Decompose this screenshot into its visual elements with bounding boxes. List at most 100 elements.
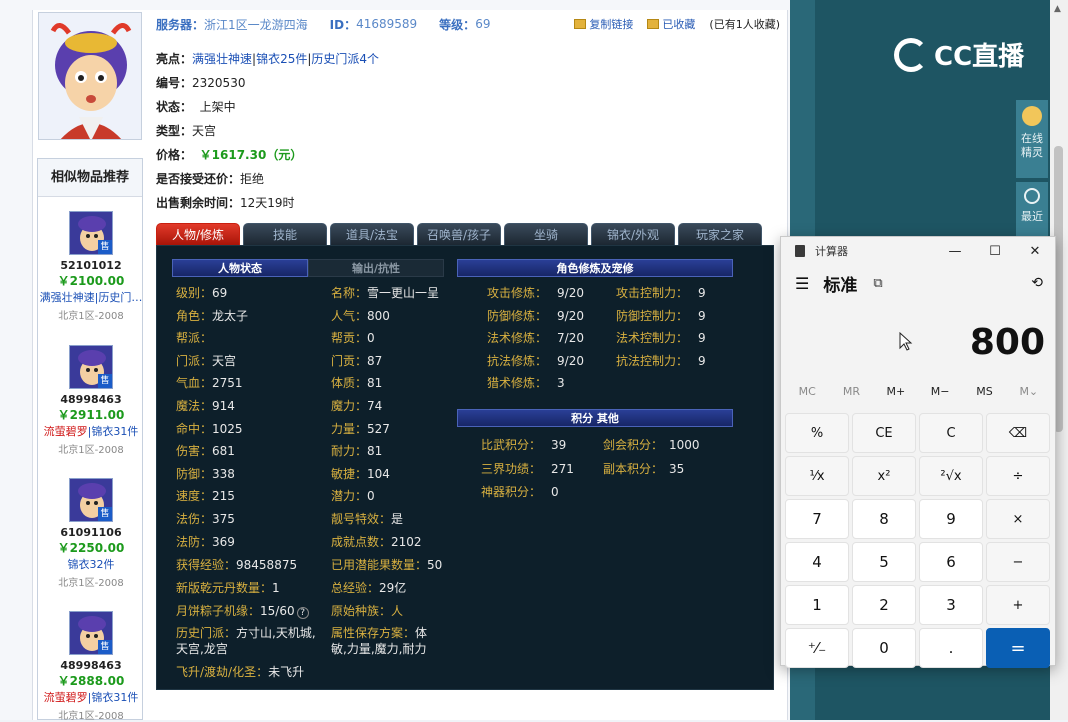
square-key[interactable]: x²: [852, 456, 916, 496]
favorite-button[interactable]: 已收藏: [647, 16, 695, 32]
percent-key[interactable]: %: [785, 413, 849, 453]
hamburger-menu-icon[interactable]: ☰: [795, 274, 809, 293]
online-helper-label: 在线精灵: [1021, 132, 1043, 159]
highlights-row: 亮点：满强壮神速|锦衣25件|历史门派4个: [156, 52, 380, 66]
memory-store-button[interactable]: MS: [962, 385, 1006, 398]
recent-button[interactable]: 最近: [1016, 182, 1048, 236]
decimal-key[interactable]: .: [919, 628, 983, 668]
tab-outfits[interactable]: 锦衣/外观: [591, 223, 675, 245]
scroll-up-icon[interactable]: ▲: [1054, 4, 1061, 14]
memory-recall-button[interactable]: MR: [829, 385, 873, 398]
topbar-actions: 复制链接 已收藏 (已有1人收藏): [574, 16, 780, 32]
cc-logo-icon: [894, 37, 928, 72]
item-tags[interactable]: 流萤碧罗|锦衣31件: [38, 423, 144, 439]
zero-key[interactable]: 0: [852, 628, 916, 668]
points-key: 神器积分：: [481, 485, 542, 499]
minus-key[interactable]: −: [986, 542, 1050, 582]
similar-items-panel: 相似物品推荐 售 52101012 ￥2100.00 满强壮神速|历史门… 北京…: [37, 158, 144, 722]
character-status-header: 人物状态: [172, 259, 308, 277]
similar-item[interactable]: 售 48998463 ￥2911.00 流萤碧罗|锦衣31件 北京1区-2008: [38, 345, 144, 456]
stat-ascension: 飞升/渡劫/化圣：未飞升: [176, 663, 304, 680]
stat-row: 法防：369: [176, 533, 235, 550]
memory-list-button[interactable]: M⌄: [1007, 385, 1051, 398]
highlight-link[interactable]: 满强壮神速: [192, 52, 252, 66]
copy-link-button[interactable]: 复制链接: [574, 16, 633, 32]
calculator-mode: 标准: [823, 275, 858, 296]
divide-key[interactable]: ÷: [986, 456, 1050, 496]
negate-key[interactable]: ⁺⁄₋: [785, 628, 849, 668]
memory-add-button[interactable]: M+: [874, 385, 918, 398]
stat-value: 800: [367, 308, 390, 323]
nine-key[interactable]: 9: [919, 499, 983, 539]
item-thumbnail[interactable]: 售: [69, 211, 113, 255]
five-key[interactable]: 5: [852, 542, 916, 582]
two-key[interactable]: 2: [852, 585, 916, 625]
stat-row: 帮贡：0: [331, 329, 375, 346]
stat-value: 1025: [212, 421, 243, 436]
stat-value: 338: [212, 466, 235, 481]
stat-value: 2751: [212, 376, 243, 391]
stat-key: 防御：: [176, 466, 213, 481]
item-tags[interactable]: 满强壮神速|历史门…: [38, 289, 144, 305]
item-tags[interactable]: 流萤碧罗|锦衣31件: [38, 689, 144, 705]
item-thumbnail[interactable]: 售: [69, 478, 113, 522]
tab-items[interactable]: 道具/法宝: [330, 223, 414, 245]
memory-subtract-button[interactable]: M−: [918, 385, 962, 398]
item-id: 52101012: [60, 259, 122, 272]
close-button[interactable]: ✕: [1015, 244, 1055, 259]
seven-key[interactable]: 7: [785, 499, 849, 539]
clear-key[interactable]: C: [919, 413, 983, 453]
sell-badge: 售: [98, 507, 112, 521]
memory-clear-button[interactable]: MC: [785, 385, 829, 398]
points-key: 比武积分：: [481, 438, 542, 452]
tab-skills[interactable]: 技能: [243, 223, 327, 245]
item-id: 61091106: [60, 526, 122, 539]
number-row: 编号：2320530: [156, 74, 245, 94]
stat-key: 人气：: [331, 308, 368, 323]
stat-key: 帮贡：: [331, 331, 368, 346]
cultivation-value: 9/20: [557, 353, 584, 368]
item-thumbnail[interactable]: 售: [69, 345, 113, 389]
similar-item[interactable]: 售 48998463 ￥2888.00 流萤碧罗|锦衣31件 北京1区-2008: [38, 611, 144, 722]
history-icon[interactable]: ⟲: [1031, 275, 1043, 291]
help-icon[interactable]: ?: [296, 607, 309, 619]
info-topbar: 服务器： 浙江1区一龙游四海 ID： 41689589 等级： 69 复制链接 …: [156, 14, 780, 34]
three-key[interactable]: 3: [919, 585, 983, 625]
stat-key: 获得经验：: [176, 558, 237, 572]
stat-key: 靓号特效：: [331, 512, 392, 526]
reciprocal-key[interactable]: ¹⁄x: [785, 456, 849, 496]
maximize-button[interactable]: ☐: [975, 244, 1015, 259]
tab-pets[interactable]: 召唤兽/孩子: [417, 223, 501, 245]
six-key[interactable]: 6: [919, 542, 983, 582]
sqrt-key[interactable]: ²√x: [919, 456, 983, 496]
four-key[interactable]: 4: [785, 542, 849, 582]
similar-item[interactable]: 售 61091106 ￥2250.00 锦衣32件 北京1区-2008: [38, 478, 144, 589]
one-key[interactable]: 1: [785, 585, 849, 625]
item-thumbnail[interactable]: 售: [69, 611, 113, 655]
plus-key[interactable]: +: [986, 585, 1050, 625]
equals-key[interactable]: =: [986, 628, 1050, 668]
item-server: 北京1区-2008: [58, 311, 124, 322]
output-resist-header: 输出/抗性: [308, 259, 444, 277]
multiply-key[interactable]: ×: [986, 499, 1050, 539]
control-value: 9: [698, 308, 706, 323]
clear-entry-key[interactable]: CE: [852, 413, 916, 453]
cultivation-value: 3: [557, 376, 565, 391]
points-pk: 比武积分： 39: [481, 436, 566, 453]
highlight-link[interactable]: 锦衣25件: [256, 52, 307, 66]
stat-value-cont: 天宫,龙宫: [176, 642, 228, 656]
similar-item[interactable]: 售 52101012 ￥2100.00 满强壮神速|历史门… 北京1区-2008: [38, 211, 144, 322]
stat-row: 门派：天宫: [176, 352, 236, 369]
item-tags[interactable]: 锦衣32件: [38, 556, 144, 572]
stat-key: 总经验：: [331, 581, 380, 595]
backspace-key[interactable]: ⌫: [986, 413, 1050, 453]
clock-icon: [1024, 188, 1040, 204]
minimize-button[interactable]: —: [935, 244, 975, 259]
highlight-link[interactable]: 历史门派4个: [311, 52, 379, 66]
tab-character[interactable]: 人物/修炼: [156, 223, 240, 245]
eight-key[interactable]: 8: [852, 499, 916, 539]
tab-mounts[interactable]: 坐骑: [504, 223, 588, 245]
keep-on-top-icon[interactable]: ⧉: [873, 276, 882, 291]
tab-home[interactable]: 玩家之家: [678, 223, 762, 245]
online-helper-button[interactable]: 在线精灵: [1016, 100, 1048, 178]
